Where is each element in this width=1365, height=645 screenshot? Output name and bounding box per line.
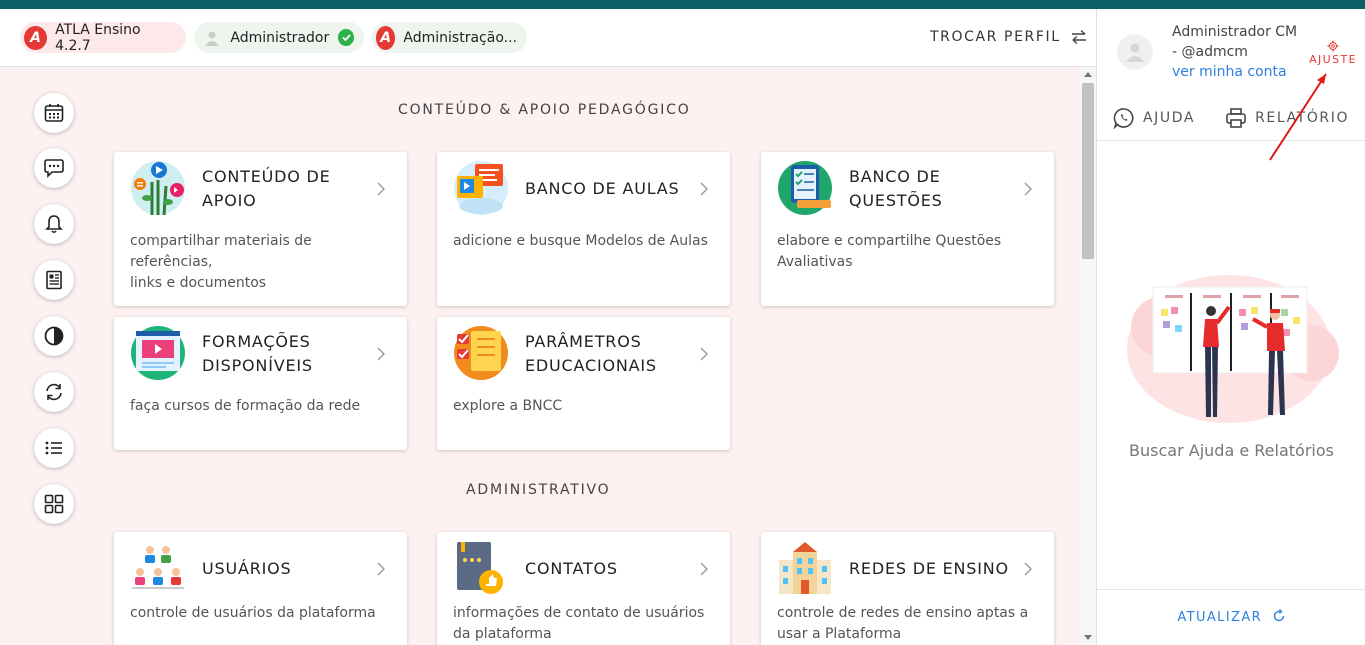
chevron-right-icon — [377, 182, 385, 196]
card-description: elabore e compartilhe Questões Avaliativa… — [777, 233, 1002, 270]
section-title-administrativo: ADMINISTRATIVO — [466, 482, 611, 498]
chevron-right-icon — [377, 562, 385, 576]
atla-logo-icon: A — [24, 25, 48, 50]
user-name: Administrador CM - @admcm — [1172, 24, 1298, 60]
contatos-icon — [457, 542, 503, 594]
banco-questoes-icon — [778, 161, 832, 215]
parametros-icon — [454, 326, 508, 380]
avatar[interactable] — [1117, 34, 1153, 70]
news-button[interactable] — [34, 260, 74, 300]
ajuste-button[interactable]: AJUSTE — [1307, 40, 1359, 66]
header: A ATLA Ensino 4.2.7 Administrador A Admi… — [0, 9, 1096, 67]
card-description: informações de contato de usuários da pla… — [453, 605, 705, 642]
card-contatos[interactable]: CONTATOS informações de contato de usuár… — [437, 532, 730, 645]
ajuda-label: AJUDA — [1143, 110, 1196, 126]
card-title: PARÂMETROS EDUCACIONAIS — [525, 332, 657, 375]
sync-button[interactable] — [34, 372, 74, 412]
calendar-button[interactable] — [34, 93, 74, 133]
chevron-right-icon — [700, 347, 708, 361]
bell-icon — [45, 215, 63, 234]
top-accent-bar — [0, 0, 1365, 9]
institution-chip[interactable]: A Administração... — [372, 22, 527, 53]
app-version-chip[interactable]: A ATLA Ensino 4.2.7 — [20, 21, 186, 54]
notifications-button[interactable] — [34, 204, 74, 244]
card-usuarios[interactable]: USUÁRIOS controle de usuários da platafo… — [114, 532, 407, 645]
chevron-right-icon — [1024, 182, 1032, 196]
whatsapp-icon — [1113, 108, 1134, 129]
person-icon — [1126, 43, 1144, 62]
usuarios-icon — [132, 546, 184, 589]
chevron-right-icon — [700, 562, 708, 576]
buscar-ajuda-text: Buscar Ajuda e Relatórios — [1129, 441, 1334, 460]
card-description: adicione e busque Modelos de Aulas — [453, 233, 708, 249]
app-version-label: ATLA Ensino 4.2.7 — [55, 21, 141, 54]
trocar-perfil-label: TROCAR PERFIL — [930, 29, 1061, 45]
scrollbar-thumb[interactable] — [1082, 83, 1094, 259]
help-illustration — [1127, 275, 1339, 423]
card-title: CONTATOS — [525, 559, 618, 578]
user-panel: Administrador CM - @admcm ver minha conta… — [1096, 9, 1365, 645]
relatorio-button[interactable]: RELATÓRIO — [1225, 107, 1349, 129]
atla-logo-icon: A — [376, 25, 396, 50]
scroll-up-icon[interactable] — [1084, 72, 1092, 77]
list-icon — [45, 441, 62, 455]
card-description: controle de redes de ensino aptas a usar … — [777, 605, 1029, 642]
card-title: REDES DE ENSINO — [849, 559, 1009, 578]
grid-icon — [44, 494, 64, 514]
swap-icon — [1071, 30, 1086, 44]
news-icon — [46, 270, 62, 290]
section-title-conteudo: CONTEÚDO & APOIO PEDAGÓGICO — [398, 102, 691, 118]
card-title: BANCO DE QUESTÕES — [849, 167, 943, 210]
card-title: USUÁRIOS — [202, 559, 292, 578]
ver-minha-conta-link[interactable]: ver minha conta — [1172, 64, 1287, 80]
contrast-icon — [44, 326, 64, 346]
user-panel-footer: ATUALIZAR — [1097, 589, 1365, 645]
chevron-right-icon — [700, 182, 708, 196]
atualizar-button[interactable]: ATUALIZAR — [1097, 609, 1365, 625]
grid-button[interactable] — [34, 484, 74, 524]
contrast-button[interactable] — [34, 316, 74, 356]
atualizar-label: ATUALIZAR — [1177, 610, 1263, 625]
ajuda-button[interactable]: AJUDA — [1113, 107, 1195, 129]
card-conteudo-de-apoio[interactable]: CONTEÚDO DE APOIO compartilhar materiais … — [114, 152, 407, 306]
card-description: compartilhar materiais de referências, li… — [130, 233, 312, 291]
banco-aulas-icon — [454, 161, 508, 215]
scroll-down-icon[interactable] — [1084, 635, 1092, 640]
user-panel-links: AJUDA RELATÓRIO — [1113, 107, 1349, 129]
trocar-perfil-button[interactable]: TROCAR PERFIL — [930, 29, 1087, 45]
user-panel-header: Administrador CM - @admcm ver minha conta… — [1097, 9, 1365, 141]
card-description: faça cursos de formação da rede — [130, 398, 361, 414]
printer-icon — [1226, 108, 1246, 128]
card-parametros-educacionais[interactable]: PARÂMETROS EDUCACIONAIS explore a BNCC — [437, 317, 730, 450]
card-description: controle de usuários da plataforma — [130, 605, 376, 621]
calendar-icon — [44, 104, 64, 122]
card-redes-de-ensino[interactable]: REDES DE ENSINO controle de redes de ens… — [761, 532, 1054, 645]
card-formacoes-disponiveis[interactable]: FORMAÇÕES DISPONÍVEIS faça cursos de form… — [114, 317, 407, 450]
chat-icon — [44, 159, 64, 178]
redes-ensino-icon — [779, 542, 831, 594]
gear-icon — [1327, 40, 1339, 52]
person-icon — [202, 27, 222, 49]
formacoes-icon — [131, 326, 185, 380]
scrollbar[interactable] — [1080, 67, 1096, 645]
card-description: explore a BNCC — [453, 398, 563, 414]
list-button[interactable] — [34, 428, 74, 468]
chevron-right-icon — [377, 347, 385, 361]
role-chip[interactable]: Administrador — [194, 22, 364, 53]
conteudo-apoio-icon — [131, 161, 185, 216]
card-title: CONTEÚDO DE APOIO — [202, 167, 331, 210]
chevron-right-icon — [1024, 562, 1032, 576]
institution-label: Administração... — [403, 29, 517, 46]
card-title: FORMAÇÕES DISPONÍVEIS — [202, 332, 313, 375]
refresh-icon — [1273, 609, 1284, 622]
relatorio-label: RELATÓRIO — [1255, 110, 1350, 126]
chat-button[interactable] — [34, 148, 74, 188]
role-label: Administrador — [230, 29, 330, 46]
ajuste-label: AJUSTE — [1309, 53, 1357, 66]
sync-icon — [46, 383, 62, 401]
card-banco-de-aulas[interactable]: BANCO DE AULAS adicione e busque Modelos… — [437, 152, 730, 306]
card-title: BANCO DE AULAS — [525, 179, 680, 198]
check-icon — [338, 29, 354, 46]
card-banco-de-questoes[interactable]: BANCO DE QUESTÕES elabore e compartilhe Q… — [761, 152, 1054, 306]
